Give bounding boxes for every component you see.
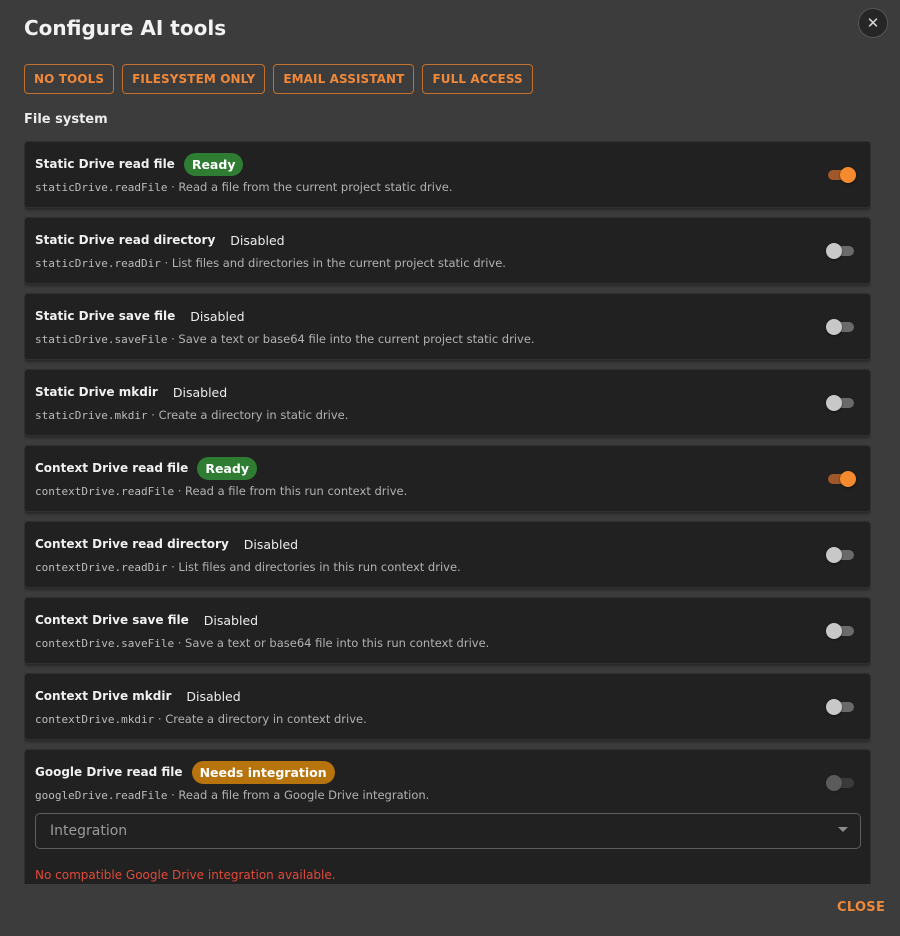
tool-name: Google Drive read file: [35, 765, 183, 779]
separator: ·: [167, 560, 179, 574]
section-title: File system: [24, 112, 108, 127]
enable-toggle[interactable]: [826, 471, 856, 487]
status-badge: Disabled: [203, 612, 259, 628]
close-button[interactable]: CLOSE: [837, 900, 885, 915]
separator: ·: [160, 256, 172, 270]
chevron-down-icon: [838, 827, 848, 832]
preset-email-assistant-button[interactable]: EMAIL ASSISTANT: [273, 64, 415, 94]
separator: ·: [174, 636, 186, 650]
status-badge: Disabled: [190, 308, 245, 324]
status-badge: Needs integration: [191, 760, 335, 784]
configure-ai-tools-dialog: Configure AI tools ✕ NO TOOLS FILESYSTEM…: [0, 0, 900, 936]
enable-toggle[interactable]: [826, 775, 856, 791]
preset-filesystem-only-button[interactable]: FILESYSTEM ONLY: [122, 64, 266, 94]
preset-no-tools-button[interactable]: NO TOOLS: [24, 64, 115, 94]
tool-code: staticDrive.mkdir: [35, 409, 148, 422]
tool-row-static-save-file: Static Drive save file Disabled staticDr…: [24, 293, 871, 360]
tool-name: Context Drive read file: [35, 461, 189, 475]
tool-description: staticDrive.saveFile · Save a text or ba…: [35, 332, 535, 346]
tool-description: staticDrive.readFile · Read a file from …: [35, 180, 453, 194]
tool-description: contextDrive.readDir · List files and di…: [35, 560, 461, 574]
tool-description-text: Read a file from a Google Drive integrat…: [178, 788, 430, 802]
tool-name: Static Drive save file: [35, 309, 176, 323]
status-badge: Ready: [197, 456, 257, 480]
status-badge: Disabled: [172, 384, 228, 400]
dialog-title: Configure AI tools: [24, 16, 227, 40]
tool-code: googleDrive.readFile: [35, 789, 168, 802]
status-badge: Disabled: [186, 688, 241, 704]
preset-full-access-button[interactable]: FULL ACCESS: [422, 64, 533, 94]
tool-name: Static Drive read directory: [35, 233, 216, 247]
tool-code: contextDrive.mkdir: [35, 713, 155, 726]
tool-description-text: List files and directories in the curren…: [171, 256, 506, 270]
tool-row-context-read-file: Context Drive read file Ready contextDri…: [24, 445, 871, 512]
tool-name: Static Drive read file: [35, 157, 175, 171]
tool-row-static-read-directory: Static Drive read directory Disabled sta…: [24, 217, 871, 284]
tool-row-context-save-file: Context Drive save file Disabled context…: [24, 597, 871, 664]
tool-description-text: Read a file from the current project sta…: [178, 180, 453, 194]
tool-description-text: Save a text or base64 file into this run…: [185, 636, 490, 650]
enable-toggle[interactable]: [826, 547, 856, 563]
tool-row-static-read-file: Static Drive read file Ready staticDrive…: [24, 141, 871, 208]
tool-description-text: Save a text or base64 file into the curr…: [178, 332, 535, 346]
tool-description: contextDrive.readFile · Read a file from…: [35, 484, 407, 498]
enable-toggle[interactable]: [826, 395, 856, 411]
tool-row-google-read-file: Google Drive read file Needs integration…: [24, 749, 871, 884]
tool-name: Static Drive mkdir: [35, 385, 158, 399]
tool-description-text: Create a directory in context drive.: [165, 712, 367, 726]
close-icon[interactable]: ✕: [858, 8, 888, 38]
tool-code: contextDrive.readFile: [35, 485, 175, 498]
tool-list[interactable]: Static Drive read file Ready staticDrive…: [24, 141, 871, 884]
enable-toggle[interactable]: [826, 623, 856, 639]
preset-buttons: NO TOOLS FILESYSTEM ONLY EMAIL ASSISTANT…: [24, 64, 533, 94]
tool-description-text: Create a directory in static drive.: [158, 408, 349, 422]
tool-description: staticDrive.mkdir · Create a directory i…: [35, 408, 348, 422]
separator: ·: [147, 408, 159, 422]
separator: ·: [174, 484, 186, 498]
tool-description: contextDrive.saveFile · Save a text or b…: [35, 636, 489, 650]
tool-name: Context Drive save file: [35, 613, 189, 627]
tool-description-text: Read a file from this run context drive.: [185, 484, 408, 498]
tool-code: staticDrive.readDir: [35, 257, 161, 270]
integration-error-text: No compatible Google Drive integration a…: [35, 868, 336, 882]
status-badge: Disabled: [243, 536, 299, 552]
tool-row-context-read-directory: Context Drive read directory Disabled co…: [24, 521, 871, 588]
status-badge: Ready: [183, 152, 244, 176]
integration-select[interactable]: Integration: [35, 813, 861, 849]
separator: ·: [167, 788, 179, 802]
tool-row-static-mkdir: Static Drive mkdir Disabled staticDrive.…: [24, 369, 871, 436]
separator: ·: [167, 180, 179, 194]
tool-code: contextDrive.saveFile: [35, 637, 175, 650]
separator: ·: [167, 332, 179, 346]
enable-toggle[interactable]: [826, 243, 856, 259]
status-badge: Disabled: [230, 232, 285, 248]
tool-description: staticDrive.readDir · List files and dir…: [35, 256, 506, 270]
tool-code: staticDrive.readFile: [35, 181, 168, 194]
tool-name: Context Drive read directory: [35, 537, 229, 551]
tool-row-context-mkdir: Context Drive mkdir Disabled contextDriv…: [24, 673, 871, 740]
tool-description: googleDrive.readFile · Read a file from …: [35, 788, 429, 802]
enable-toggle[interactable]: [826, 167, 856, 183]
tool-code: staticDrive.saveFile: [35, 333, 168, 346]
integration-select-label: Integration: [50, 823, 128, 839]
enable-toggle[interactable]: [826, 319, 856, 335]
tool-description: contextDrive.mkdir · Create a directory …: [35, 712, 367, 726]
enable-toggle[interactable]: [826, 699, 856, 715]
tool-name: Context Drive mkdir: [35, 689, 172, 703]
separator: ·: [154, 712, 166, 726]
tool-code: contextDrive.readDir: [35, 561, 168, 574]
tool-description-text: List files and directories in this run c…: [178, 560, 461, 574]
